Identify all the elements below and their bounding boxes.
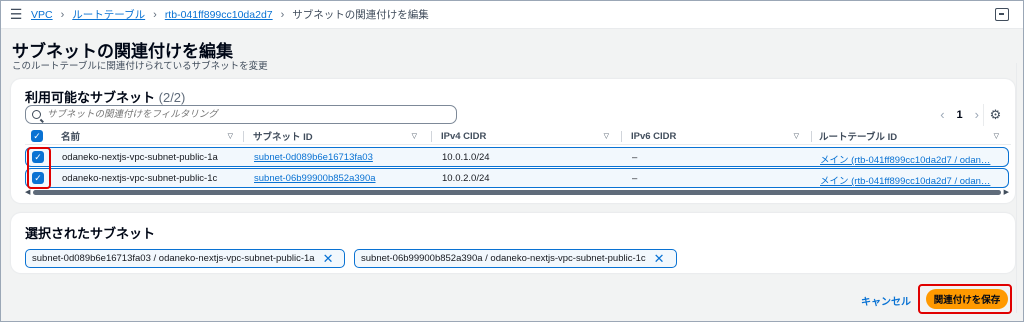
column-label: ルートテーブル ID bbox=[819, 132, 898, 143]
ipv6-cidr: – bbox=[632, 173, 638, 184]
available-subnets-title: 利用可能なサブネット bbox=[25, 90, 156, 105]
ipv4-cidr: 10.0.2.0/24 bbox=[442, 173, 490, 184]
subnet-name: odaneko-nextjs-vpc-subnet-public-1c bbox=[62, 173, 218, 184]
top-navigation-bar: ☰ VPC › ルートテーブル › rtb-041ff899cc10da2d7 … bbox=[1, 1, 1023, 29]
horizontal-scrollbar[interactable]: ◀ ▶ bbox=[25, 189, 1009, 196]
close-icon[interactable]: ✕ bbox=[323, 251, 334, 267]
cloudshell-icon[interactable] bbox=[995, 8, 1009, 21]
breadcrumb-current: サブネットの関連付けを編集 bbox=[292, 9, 429, 21]
column-divider[interactable] bbox=[811, 131, 812, 142]
selected-subnet-token: subnet-06b99900b852a390a / odaneko-nextj… bbox=[354, 249, 677, 268]
scrollbar-thumb[interactable] bbox=[33, 190, 1001, 195]
subnet-id-link[interactable]: subnet-0d089b6e16713fa03 bbox=[254, 152, 373, 163]
column-header-subnet-id[interactable]: サブネット ID ▽ bbox=[253, 127, 423, 145]
chevron-right-icon: › bbox=[153, 8, 157, 21]
available-subnets-heading: 利用可能なサブネット (2/2) bbox=[25, 87, 185, 106]
select-all-checkbox[interactable]: ✓ bbox=[31, 130, 43, 142]
divider bbox=[1016, 63, 1017, 313]
sort-icon: ▽ bbox=[411, 133, 417, 140]
save-button-highlight bbox=[918, 284, 1012, 314]
subnet-id-link[interactable]: subnet-06b99900b852a390a bbox=[254, 173, 376, 184]
selected-subnet-token: subnet-0d089b6e16713fa03 / odaneko-nextj… bbox=[25, 249, 345, 268]
column-label: IPv6 CIDR bbox=[631, 130, 677, 142]
column-label: サブネット ID bbox=[253, 132, 313, 143]
column-header-ipv4-cidr[interactable]: IPv4 CIDR ▽ bbox=[441, 127, 615, 145]
column-label: 名前 bbox=[61, 132, 81, 143]
column-divider[interactable] bbox=[431, 131, 432, 142]
filter-input[interactable] bbox=[47, 109, 447, 120]
table-row[interactable]: ✓ odaneko-nextjs-vpc-subnet-public-1a su… bbox=[25, 147, 1009, 167]
column-header-ipv6-cidr[interactable]: IPv6 CIDR ▽ bbox=[631, 127, 805, 145]
selected-subnets-panel: 選択されたサブネット subnet-0d089b6e16713fa03 / od… bbox=[11, 213, 1015, 273]
checkbox-highlight bbox=[27, 147, 51, 189]
menu-icon[interactable]: ☰ bbox=[1, 6, 31, 23]
page-number[interactable]: 1 bbox=[957, 109, 963, 121]
sort-icon: ▽ bbox=[227, 133, 233, 140]
breadcrumb-route-tables[interactable]: ルートテーブル bbox=[72, 7, 145, 22]
ipv4-cidr: 10.0.1.0/24 bbox=[442, 152, 490, 163]
filter-field[interactable] bbox=[25, 105, 457, 124]
column-divider[interactable] bbox=[243, 131, 244, 142]
next-page-icon[interactable]: › bbox=[975, 107, 979, 122]
breadcrumb-vpc[interactable]: VPC bbox=[31, 9, 53, 21]
token-label: subnet-06b99900b852a390a / odaneko-nextj… bbox=[361, 253, 646, 264]
column-header-route-table-id[interactable]: ルートテーブル ID ▽ bbox=[819, 127, 1005, 145]
previous-page-icon[interactable]: ‹ bbox=[940, 107, 944, 122]
selection-count: (2/2) bbox=[158, 90, 186, 105]
chevron-right-icon: › bbox=[280, 8, 285, 21]
scroll-right-icon[interactable]: ▶ bbox=[1004, 188, 1009, 196]
column-header-name[interactable]: 名前 ▽ bbox=[61, 127, 239, 145]
token-label: subnet-0d089b6e16713fa03 / odaneko-nextj… bbox=[32, 253, 315, 264]
gear-icon[interactable]: ⚙ bbox=[983, 104, 1007, 126]
column-label: IPv4 CIDR bbox=[441, 130, 487, 142]
pagination: ‹ 1 › bbox=[940, 107, 979, 122]
cancel-button[interactable]: キャンセル bbox=[861, 293, 911, 308]
close-icon[interactable]: ✕ bbox=[654, 251, 665, 267]
column-divider[interactable] bbox=[621, 131, 622, 142]
page-description: このルートテーブルに関連付けられているサブネットを変更 bbox=[12, 61, 268, 72]
scroll-left-icon[interactable]: ◀ bbox=[25, 188, 30, 196]
search-icon bbox=[32, 110, 41, 119]
subnet-name: odaneko-nextjs-vpc-subnet-public-1a bbox=[62, 152, 218, 163]
chevron-right-icon: › bbox=[60, 8, 65, 21]
breadcrumb-route-table-id[interactable]: rtb-041ff899cc10da2d7 bbox=[165, 9, 273, 21]
route-table-link[interactable]: メイン (rtb-041ff899cc10da2d7 / odan… bbox=[820, 173, 990, 187]
ipv6-cidr: – bbox=[632, 152, 638, 163]
sort-icon: ▽ bbox=[793, 133, 799, 140]
selected-subnets-heading: 選択されたサブネット bbox=[25, 226, 156, 241]
sort-icon: ▽ bbox=[993, 133, 999, 140]
available-subnets-panel: 利用可能なサブネット (2/2) ‹ 1 › ⚙ ✓ 名前 ▽ サブネット ID… bbox=[11, 79, 1015, 203]
sort-icon: ▽ bbox=[603, 133, 609, 140]
route-table-link[interactable]: メイン (rtb-041ff899cc10da2d7 / odan… bbox=[820, 152, 990, 166]
table-row[interactable]: ✓ odaneko-nextjs-vpc-subnet-public-1c su… bbox=[25, 168, 1009, 188]
